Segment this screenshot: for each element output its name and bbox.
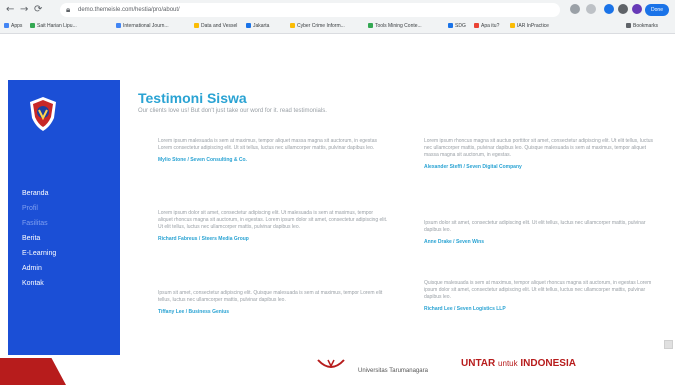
sidebar-menu: Beranda Profil Fasilitas Berita E-Learni…: [22, 186, 56, 291]
school-crest-icon[interactable]: [28, 96, 58, 132]
puzzle-icon[interactable]: [618, 4, 628, 14]
testimonial-author[interactable]: Richard Lee / Seven Logistics LLP: [424, 306, 654, 312]
page-title: Testimoni Siswa: [138, 90, 247, 106]
extension-icon[interactable]: [604, 4, 614, 14]
sidebar-item-fasilitas[interactable]: Fasilitas: [22, 216, 56, 231]
testimonial-card: Ipsum dolor sit amet, consectetur adipis…: [424, 220, 654, 245]
testimonial-text: Quisque malesuada is sem at maximus, tem…: [424, 280, 652, 300]
profile-button[interactable]: Done: [645, 4, 669, 16]
bookmark-item[interactable]: SDG: [448, 20, 466, 32]
testimonial-author[interactable]: Alexander Steffi / Seven Digital Company: [424, 164, 654, 170]
sidebar-item-admin[interactable]: Admin: [22, 261, 56, 276]
testimonial-card: Lorem ipsum rhoncus magna sit auctus por…: [424, 138, 654, 170]
forward-icon[interactable]: →: [20, 2, 28, 18]
sidebar-item-berita[interactable]: Berita: [22, 231, 56, 246]
bookmark-item[interactable]: International Journ...: [116, 20, 169, 32]
testimonial-card: Lorem ipsum dolor sit amet, consectetur …: [158, 210, 388, 242]
url-text: demo.themeisle.com/hestia/pro/about/: [78, 7, 180, 13]
zoom-icon[interactable]: [570, 4, 580, 14]
back-icon[interactable]: ←: [6, 2, 14, 18]
testimonial-text: Ipsum sit amet, consectetur adipiscing e…: [158, 290, 383, 303]
bookmark-item[interactable]: Bookmarks: [626, 20, 658, 32]
bookmark-item[interactable]: Apps: [4, 20, 22, 32]
testimonial-text: Lorem ipsum dolor sit amet, consectetur …: [158, 210, 388, 230]
testimonial-card: Quisque malesuada is sem at maximus, tem…: [424, 280, 654, 312]
slogan-brand: UNTAR: [461, 358, 496, 369]
page-subtitle: Our clients love us! But don't just take…: [138, 108, 327, 114]
browser-toolbar: ← → ⟳ 🔒︎ demo.themeisle.com/hestia/pro/a…: [0, 0, 675, 34]
sidebar-item-kontak[interactable]: Kontak: [22, 276, 56, 291]
footer-slogan: UNTAR untuk INDONESIA: [461, 358, 576, 369]
slogan-end: INDONESIA: [520, 358, 576, 369]
lock-icon: 🔒︎: [66, 5, 71, 14]
bookmark-item[interactable]: Data and Vessel: [194, 20, 237, 32]
bookmark-item[interactable]: Jakarta: [246, 20, 269, 32]
bookmark-item[interactable]: Sait Harian Lipu...: [30, 20, 77, 32]
testimonial-author[interactable]: Anne Drake / Seven Wins: [424, 239, 654, 245]
bookmark-item[interactable]: IAR InPractice: [510, 20, 549, 32]
testimonial-author[interactable]: Mylio Stone / Seven Consulting & Co.: [158, 157, 388, 163]
reload-icon[interactable]: ⟳: [34, 2, 42, 18]
testimonial-card: Ipsum sit amet, consectetur adipiscing e…: [158, 290, 388, 315]
sidebar: Beranda Profil Fasilitas Berita E-Learni…: [8, 80, 120, 358]
testimonial-author[interactable]: Tiffany Lee / Business Genius: [158, 309, 388, 315]
sidebar-item-beranda[interactable]: Beranda: [22, 186, 56, 201]
bookmark-item[interactable]: Apa itu?: [474, 20, 499, 32]
university-name: Universitas Tarumanagara: [358, 368, 428, 374]
bookmarks-bar: Apps Sait Harian Lipu... International J…: [0, 20, 675, 32]
bookmark-item[interactable]: Tools Mining Conte...: [368, 20, 422, 32]
testimonial-card: Lorem ipsum malesuada is sem at maximus,…: [158, 138, 388, 163]
address-row: ← → ⟳ 🔒︎ demo.themeisle.com/hestia/pro/a…: [0, 2, 675, 18]
slogan-mid: untuk: [498, 359, 518, 368]
bookmark-item[interactable]: Cyber Crime Inform...: [290, 20, 345, 32]
testimonial-text: Lorem ipsum malesuada is sem at maximus,…: [158, 138, 377, 151]
scroll-top-button[interactable]: [664, 340, 673, 349]
sidebar-item-profil[interactable]: Profil: [22, 201, 56, 216]
university-logo-icon: [317, 359, 345, 368]
sidebar-item-e-learning[interactable]: E-Learning: [22, 246, 56, 261]
testimonial-text: Lorem ipsum rhoncus magna sit auctus por…: [424, 138, 653, 158]
testimonial-author[interactable]: Richard Fabreus / Steers Media Group: [158, 236, 388, 242]
account-icon[interactable]: [632, 4, 642, 14]
share-icon[interactable]: [586, 4, 596, 14]
testimonial-text: Ipsum dolor sit amet, consectetur adipis…: [424, 220, 646, 233]
address-bar[interactable]: 🔒︎ demo.themeisle.com/hestia/pro/about/: [60, 3, 560, 17]
